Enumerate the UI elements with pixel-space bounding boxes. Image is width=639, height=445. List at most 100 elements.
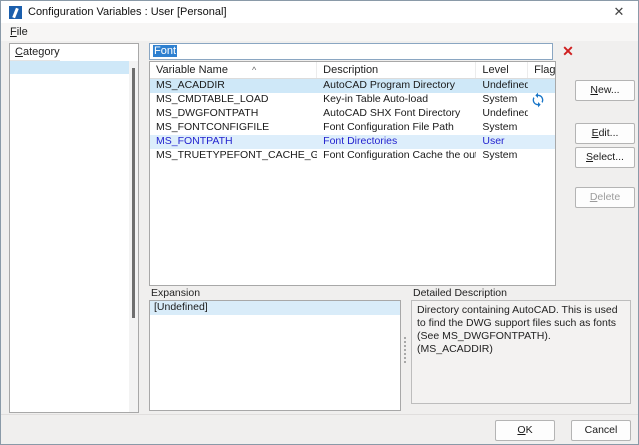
cell-flags xyxy=(528,93,555,107)
category-item[interactable] xyxy=(10,61,138,74)
category-item[interactable] xyxy=(10,336,138,349)
category-item[interactable] xyxy=(10,186,138,199)
cell-flags xyxy=(528,79,555,93)
edit-button-label: Edit... xyxy=(592,124,619,143)
cell-variable-name: MS_CMDTABLE_LOAD xyxy=(150,93,317,107)
category-item[interactable] xyxy=(10,199,138,212)
cell-description: Font Directories xyxy=(317,135,476,149)
category-item[interactable] xyxy=(10,361,138,374)
column-header-level[interactable]: Level xyxy=(476,62,528,78)
splitter-handle[interactable] xyxy=(404,337,408,363)
cell-variable-name: MS_FONTPATH xyxy=(150,135,317,149)
close-icon: ✕ xyxy=(614,4,625,19)
menubar: File xyxy=(1,23,638,41)
cell-flags xyxy=(528,135,555,149)
category-item[interactable] xyxy=(10,99,138,112)
table-row[interactable]: MS_TRUETYPEFONT_CACHE_GLYPHOUTLINE Font … xyxy=(150,149,555,163)
category-item[interactable] xyxy=(10,111,138,124)
category-item[interactable] xyxy=(10,174,138,187)
cell-variable-name: MS_TRUETYPEFONT_CACHE_GLYPHOUTLINE xyxy=(150,149,317,163)
category-items xyxy=(10,61,138,413)
expansion-label: Expansion xyxy=(151,287,200,299)
category-item[interactable] xyxy=(10,349,138,362)
expansion-box[interactable]: [Undefined] xyxy=(149,300,401,411)
category-item[interactable] xyxy=(10,86,138,99)
category-item[interactable] xyxy=(10,224,138,237)
cell-description: Key-in Table Auto-load xyxy=(317,93,476,107)
ok-button[interactable]: OK xyxy=(495,420,555,441)
category-scrollbar-thumb[interactable] xyxy=(132,68,135,318)
cell-level: Undefined xyxy=(476,107,528,121)
sort-ascending-icon: ^ xyxy=(252,65,256,75)
table-row[interactable]: MS_ACADDIR AutoCAD Program Directory Und… xyxy=(150,79,555,93)
cancel-button[interactable]: Cancel xyxy=(571,420,631,441)
category-item[interactable] xyxy=(10,311,138,324)
table-header-row: Variable Name ^ Description Level Flags xyxy=(150,62,555,79)
category-item[interactable] xyxy=(10,274,138,287)
cell-flags xyxy=(528,149,555,163)
expansion-value[interactable]: [Undefined] xyxy=(150,301,400,315)
cell-variable-name: MS_ACADDIR xyxy=(150,79,317,93)
category-item[interactable] xyxy=(10,124,138,137)
select-button[interactable]: Select... xyxy=(575,147,635,168)
delete-button-label: Delete xyxy=(590,188,620,207)
category-item[interactable] xyxy=(10,261,138,274)
clear-search-button[interactable]: ✕ xyxy=(558,42,578,60)
category-scrollbar[interactable] xyxy=(129,61,138,412)
variables-table: Variable Name ^ Description Level Flags M… xyxy=(149,61,556,286)
new-button[interactable]: New... xyxy=(575,80,635,101)
clear-search-icon: ✕ xyxy=(562,43,574,59)
category-list: Category xyxy=(9,43,139,413)
category-item[interactable] xyxy=(10,386,138,399)
category-item[interactable] xyxy=(10,299,138,312)
cell-level: System xyxy=(476,93,528,107)
cell-level: System xyxy=(476,149,528,163)
category-item[interactable] xyxy=(10,136,138,149)
category-item[interactable] xyxy=(10,211,138,224)
search-input[interactable]: Font xyxy=(149,43,553,60)
cell-variable-name: MS_FONTCONFIGFILE xyxy=(150,121,317,135)
cell-description: Font Configuration File Path xyxy=(317,121,476,135)
category-item[interactable] xyxy=(10,324,138,337)
cell-level: Undefined xyxy=(476,79,528,93)
category-item[interactable] xyxy=(10,149,138,162)
cell-description: AutoCAD Program Directory xyxy=(317,79,476,93)
table-body: MS_ACADDIR AutoCAD Program Directory Und… xyxy=(150,79,555,163)
cell-flags xyxy=(528,121,555,135)
detailed-description-box: Directory containing AutoCAD. This is us… xyxy=(411,300,631,404)
table-row[interactable]: MS_FONTCONFIGFILE Font Configuration Fil… xyxy=(150,121,555,135)
cell-level: User xyxy=(476,135,528,149)
table-row[interactable]: MS_FONTPATH Font Directories User xyxy=(150,135,555,149)
table-row[interactable]: MS_DWGFONTPATH AutoCAD SHX Font Director… xyxy=(150,107,555,121)
cell-variable-name: MS_DWGFONTPATH xyxy=(150,107,317,121)
cancel-button-label: Cancel xyxy=(585,424,618,436)
category-item[interactable] xyxy=(10,286,138,299)
column-header-variable-name[interactable]: Variable Name ^ xyxy=(150,62,317,78)
category-item[interactable] xyxy=(10,161,138,174)
configuration-variables-dialog: Configuration Variables : User [Personal… xyxy=(0,0,639,445)
category-list-header: Category xyxy=(10,44,60,61)
column-header-flags[interactable]: Flags xyxy=(528,62,555,78)
detailed-description-label: Detailed Description xyxy=(413,287,507,299)
microstation-app-icon xyxy=(9,6,22,19)
column-header-description[interactable]: Description xyxy=(317,62,476,78)
category-item[interactable] xyxy=(10,411,138,413)
cell-description: Font Configuration Cache the outline or … xyxy=(317,149,476,163)
edit-button[interactable]: Edit... xyxy=(575,123,635,144)
column-header-label: Variable Name xyxy=(156,64,228,76)
category-item[interactable] xyxy=(10,74,138,87)
table-row[interactable]: MS_CMDTABLE_LOAD Key-in Table Auto-load … xyxy=(150,93,555,107)
titlebar: Configuration Variables : User [Personal… xyxy=(1,1,638,23)
category-item[interactable] xyxy=(10,399,138,412)
delete-button[interactable]: Delete xyxy=(575,187,635,208)
footer-separator xyxy=(1,414,638,415)
category-item[interactable] xyxy=(10,236,138,249)
category-item[interactable] xyxy=(10,249,138,262)
category-item[interactable] xyxy=(10,374,138,387)
close-button[interactable]: ✕ xyxy=(608,4,630,20)
cell-level: System xyxy=(476,121,528,135)
select-button-label: Select... xyxy=(586,148,624,167)
menu-item-file[interactable]: File xyxy=(3,25,35,39)
sync-flag-icon xyxy=(530,92,546,108)
new-button-label: New... xyxy=(590,81,619,100)
